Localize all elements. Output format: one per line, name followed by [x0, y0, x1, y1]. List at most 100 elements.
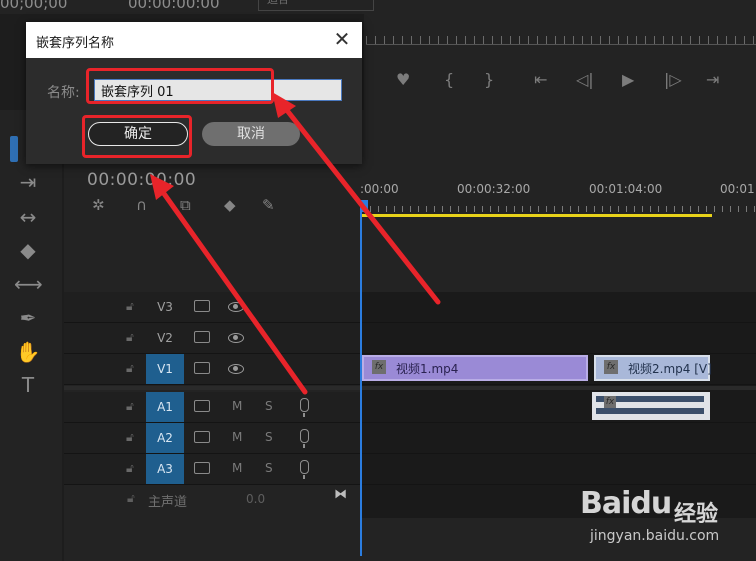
eye-icon[interactable] [228, 302, 244, 312]
hand-tool-icon[interactable]: ✋ [14, 340, 42, 364]
solo-button[interactable]: S [265, 430, 273, 444]
play-icon[interactable]: ▶ [622, 70, 634, 89]
audio-waveform [596, 408, 704, 414]
ruler-label: 00:01 [720, 182, 755, 196]
pen-tool-icon[interactable]: ✒ [14, 306, 42, 330]
go-to-in-icon[interactable]: ⇤ [534, 70, 547, 89]
playhead-handle[interactable] [360, 200, 368, 212]
track-header-a3: 🔓︎ A3 M S [64, 454, 360, 485]
lock-icon[interactable]: 🔓︎ [126, 330, 134, 345]
dialog-title: 嵌套序列名称 [36, 36, 115, 51]
close-icon[interactable]: ✕ [332, 27, 352, 51]
track-lane-v3[interactable] [362, 292, 756, 323]
sync-lock-icon[interactable] [194, 462, 210, 474]
mute-button[interactable]: M [232, 430, 242, 444]
work-area-bar[interactable] [362, 214, 712, 217]
track-name[interactable]: V1 [146, 354, 184, 384]
lock-icon[interactable]: 🔓︎ [126, 299, 134, 314]
microphone-icon[interactable] [300, 429, 309, 448]
add-marker-icon[interactable]: ♥ [396, 70, 410, 89]
linked-selection-icon[interactable]: ⧉ [180, 196, 191, 214]
cancel-button[interactable]: 取消 [202, 122, 300, 146]
video-audio-divider[interactable] [64, 386, 756, 390]
track-header-v2: 🔓︎ V2 [64, 323, 360, 354]
track-name[interactable]: V3 [146, 292, 184, 322]
timeline-timecode[interactable]: 00:00:00:00 [87, 170, 196, 190]
track-name[interactable]: A1 [146, 392, 184, 422]
solo-button[interactable]: S [265, 461, 273, 475]
type-tool-icon[interactable]: T [14, 373, 42, 397]
ruler-ticks [362, 206, 756, 212]
track-header-v1: 🔓︎ V1 [64, 354, 360, 385]
video-clip[interactable]: fx 视频1.mp4 [362, 355, 588, 381]
sync-lock-icon[interactable] [194, 300, 210, 312]
slip-tool-icon[interactable]: ⟷ [14, 272, 43, 296]
track-name[interactable]: V2 [146, 323, 184, 353]
master-track-label: 主声道 [148, 495, 188, 510]
fx-badge: fx [604, 396, 616, 408]
microphone-icon[interactable] [300, 398, 309, 417]
track-lane-a2[interactable] [362, 423, 756, 454]
video-clip[interactable]: fx 视频2.mp4 [V] [594, 355, 712, 381]
step-back-icon[interactable]: ◁| [576, 70, 594, 89]
ruler-label: 00:00:32:00 [457, 182, 531, 196]
snap-magnet-icon[interactable]: ∩ [136, 196, 147, 214]
watermark-text: 经验 [674, 502, 719, 527]
name-label: 名称: [47, 85, 80, 101]
microphone-icon[interactable] [300, 460, 309, 479]
mark-in-icon[interactable]: { [444, 70, 454, 89]
eye-icon[interactable] [228, 333, 244, 343]
source-timecode: 00;00;00 [0, 0, 68, 12]
mute-button[interactable]: M [232, 399, 242, 413]
go-to-end-icon[interactable]: ⧓ [334, 487, 347, 502]
lock-icon[interactable]: 🔓︎ [126, 461, 134, 476]
clip-name: 视频2.mp4 [V] [628, 362, 712, 376]
audio-clip[interactable]: fx [592, 392, 710, 420]
fit-dropdown[interactable]: 适合 [258, 0, 374, 11]
selection-tool-indicator[interactable] [10, 136, 18, 162]
track-lane-a3[interactable] [362, 454, 756, 485]
step-forward-icon[interactable]: |▷ [664, 70, 682, 89]
mute-button[interactable]: M [232, 461, 242, 475]
master-lock-icon[interactable]: 🔓︎ [127, 491, 135, 506]
track-name[interactable]: A3 [146, 454, 184, 484]
watermark-url: jingyan.baidu.com [590, 528, 720, 544]
ruler-label: 00:01:04:00 [589, 182, 663, 196]
razor-tool-icon[interactable]: ◆ [14, 238, 42, 262]
fx-badge: fx [372, 360, 386, 374]
nest-toggle-icon[interactable]: ✲ [92, 196, 105, 214]
sync-lock-icon[interactable] [194, 431, 210, 443]
track-header-a2: 🔓︎ A2 M S [64, 423, 360, 454]
baidu-logo: Baidu [580, 486, 672, 521]
annotation-highlight-input [86, 68, 274, 104]
monitor-ruler-base [366, 44, 756, 45]
program-timecode: 00:00:00:00 [128, 0, 220, 12]
solo-button[interactable]: S [265, 399, 273, 413]
sync-lock-icon[interactable] [194, 362, 210, 374]
playhead-line[interactable] [360, 200, 362, 556]
lock-icon[interactable]: 🔓︎ [126, 361, 134, 376]
program-monitor [364, 14, 756, 110]
track-select-tool-icon[interactable]: ⇥ [14, 170, 42, 194]
settings-wrench-icon[interactable]: ✎ [262, 196, 275, 214]
track-lane-v2[interactable] [362, 323, 756, 354]
sync-lock-icon[interactable] [194, 400, 210, 412]
monitor-ruler[interactable] [366, 36, 756, 44]
top-strip [0, 0, 756, 14]
clip-name: 视频1.mp4 [396, 362, 459, 376]
ruler-label: :00:00 [360, 182, 399, 196]
track-header-v3: 🔓︎ V3 [64, 292, 360, 323]
lock-icon[interactable]: 🔓︎ [126, 430, 134, 445]
sync-lock-icon[interactable] [194, 331, 210, 343]
eye-icon[interactable] [228, 364, 244, 374]
ripple-edit-tool-icon[interactable]: ↔ [14, 205, 42, 229]
mark-out-icon[interactable]: } [484, 70, 494, 89]
annotation-highlight-ok [82, 115, 192, 158]
fx-badge: fx [604, 360, 618, 374]
go-to-out-icon[interactable]: ⇥ [706, 70, 719, 89]
track-name[interactable]: A2 [146, 423, 184, 453]
add-marker-icon[interactable]: ◆ [224, 196, 236, 214]
track-header-a1: 🔓︎ A1 M S [64, 392, 360, 423]
lock-icon[interactable]: 🔓︎ [126, 399, 134, 414]
master-volume[interactable]: 0.0 [246, 492, 265, 506]
